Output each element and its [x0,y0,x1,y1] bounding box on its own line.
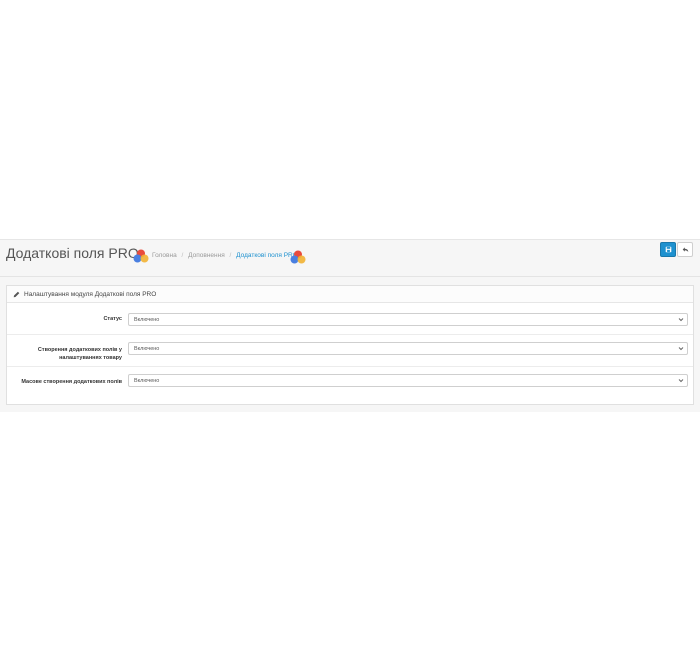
module-logo-icon [133,249,149,263]
breadcrumb: Головна / Доповнення / Додаткові поля PR… [152,252,298,259]
breadcrumb-separator: / [229,252,232,259]
product-fields-select[interactable]: Включено [128,342,688,355]
chevron-down-icon [678,346,684,351]
status-label: Статус [103,316,122,322]
status-select[interactable]: Включено [128,313,688,326]
module-logo-small-icon [290,250,306,264]
product-fields-label: Створення додаткових полів у налаштуванн… [37,347,122,361]
product-fields-select-value: Включено [134,345,160,352]
breadcrumb-separator: / [181,252,184,259]
save-icon [665,246,671,253]
status-select-value: Включено [134,316,160,323]
settings-panel: Налаштування модуля Додаткові поля PRO С… [6,285,694,405]
bulk-create-label: Масове створення додаткових полів [21,379,122,385]
save-button[interactable] [660,242,676,257]
form-row-product-fields: Створення додаткових полів у налаштуванн… [7,335,693,367]
form-row-bulk-create: Масове створення додаткових полів Включе… [7,367,693,404]
pencil-icon [13,291,20,298]
breadcrumb-current[interactable]: Додаткові поля PRO [236,252,298,259]
page-title: Додаткові поля PRO [6,245,139,261]
back-button[interactable] [677,242,693,257]
bulk-create-select[interactable]: Включено [128,374,688,387]
reply-icon [682,247,688,252]
form-row-status: Статус Включено [7,302,693,335]
chevron-down-icon [678,378,684,383]
chevron-down-icon [678,317,684,322]
admin-content: Додаткові поля PRO Головна / Доповнення … [0,239,700,412]
panel-title: Налаштування модуля Додаткові поля PRO [24,290,157,298]
page-header: Додаткові поля PRO Головна / Доповнення … [0,240,700,277]
breadcrumb-home[interactable]: Головна [152,252,177,259]
breadcrumb-extensions[interactable]: Доповнення [188,252,225,259]
bulk-create-select-value: Включено [134,377,160,384]
panel-heading: Налаштування модуля Додаткові поля PRO [7,286,693,303]
